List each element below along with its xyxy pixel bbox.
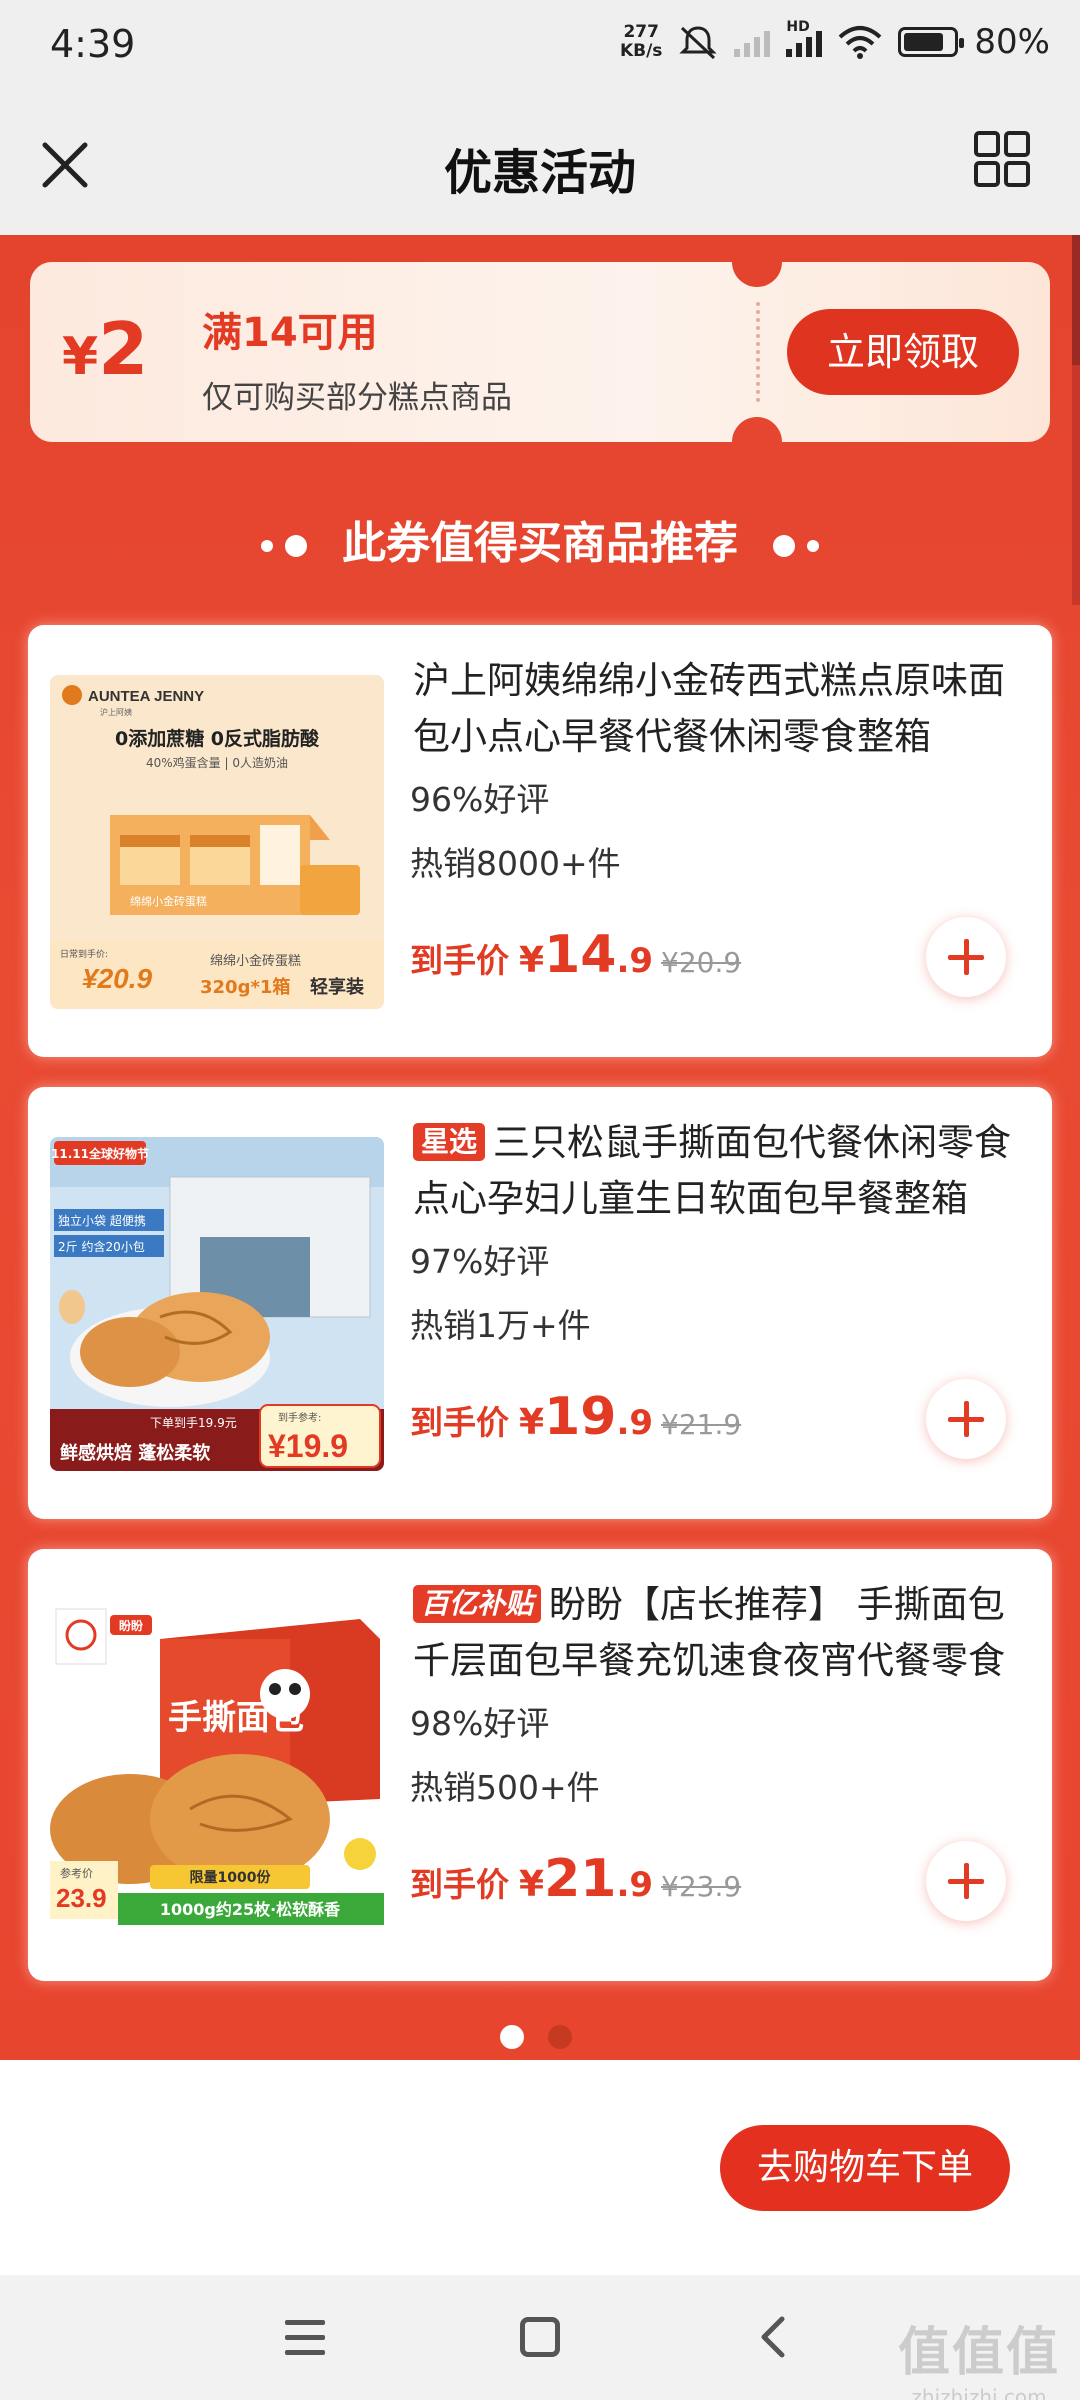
product-image[interactable]: AUNTEA JENNY 沪上阿姨 0添加蔗糖 0反式脂肪酸 40%鸡蛋含量 |… [50, 675, 384, 1009]
menu-icon[interactable] [285, 2320, 325, 2356]
svg-text:1000g约25枚·松软酥香: 1000g约25枚·松软酥香 [160, 1900, 341, 1919]
svg-text:到手参考:: 到手参考: [278, 1411, 321, 1424]
product-sales: 热销500+件 [410, 1768, 600, 1807]
svg-text:2斤 约含20小包: 2斤 约含20小包 [58, 1239, 145, 1254]
signal-icon-sim2: HD [786, 19, 823, 57]
svg-text:限量1000份: 限量1000份 [190, 1869, 272, 1886]
svg-text:¥19.9: ¥19.9 [268, 1428, 348, 1464]
svg-text:23.9: 23.9 [56, 1883, 107, 1913]
coupon-condition: 满14可用 [202, 310, 378, 356]
product-image[interactable]: 盼盼 手撕面包 参考价 23.9 限量1000份 1000g约25枚·松软酥香 [50, 1599, 384, 1933]
coupon-card: ¥2 满14可用 仅可购买部分糕点商品 立即领取 [30, 237, 1050, 467]
coupon-amount: ¥2 [62, 307, 149, 391]
product-title[interactable]: 沪上阿姨绵绵小金砖西式糕点原味面包小点心早餐代餐休闲零食整箱 [413, 653, 1023, 765]
go-to-cart-button[interactable]: 去购物车下单 [720, 2125, 1010, 2211]
page-indicator [500, 2025, 572, 2049]
product-card[interactable]: 11.11全球好物节 独立小袋 超便携 2斤 约含20小包 下单到手19.9元 … [28, 1087, 1052, 1519]
product-price: 到手价 ¥14.9 ¥20.9 [410, 925, 742, 985]
claim-coupon-button[interactable]: 立即领取 [787, 309, 1019, 395]
product-rating: 98%好评 [410, 1704, 550, 1743]
header: 优惠活动 [0, 95, 1080, 235]
product-title[interactable]: 百亿补贴 盼盼【店长推荐】 手撕面包千层面包早餐充饥速食夜宵代餐零食 [413, 1577, 1023, 1689]
product-price: 到手价 ¥21.9 ¥23.9 [410, 1849, 742, 1909]
add-to-cart-button[interactable] [926, 1379, 1006, 1459]
svg-text:0添加蔗糖 0反式脂肪酸: 0添加蔗糖 0反式脂肪酸 [115, 727, 320, 750]
product-price: 到手价 ¥19.9 ¥21.9 [410, 1387, 742, 1447]
grid-icon[interactable] [974, 131, 1030, 187]
svg-text:独立小袋 超便携: 独立小袋 超便携 [58, 1213, 146, 1228]
mute-icon [679, 26, 718, 60]
coupon-notch [732, 237, 782, 287]
svg-text:轻享装: 轻享装 [310, 976, 364, 998]
svg-text:日常到手价:: 日常到手价: [60, 948, 108, 960]
svg-text:沪上阿姨: 沪上阿姨 [100, 707, 132, 717]
svg-text:11.11全球好物节: 11.11全球好物节 [51, 1146, 149, 1161]
page-title: 优惠活动 [443, 145, 636, 201]
watermark: 值值值 zhizhizhi.com [897, 2323, 1060, 2400]
svg-text:320g*1箱: 320g*1箱 [200, 976, 290, 998]
battery-icon [898, 27, 965, 57]
product-tag: 星选 [413, 1123, 486, 1161]
page-dot-active[interactable] [500, 2025, 524, 2049]
product-card[interactable]: AUNTEA JENNY 沪上阿姨 0添加蔗糖 0反式脂肪酸 40%鸡蛋含量 |… [28, 625, 1052, 1057]
svg-text:参考价: 参考价 [60, 1866, 93, 1880]
product-rating: 97%好评 [410, 1242, 550, 1281]
product-rating: 96%好评 [410, 780, 550, 819]
product-tag: 百亿补贴 [413, 1585, 542, 1623]
svg-text:绵绵小金砖蛋糕: 绵绵小金砖蛋糕 [210, 953, 301, 969]
product-title[interactable]: 星选 三只松鼠手撕面包代餐休闲零食点心孕妇儿童生日软面包早餐整箱 [413, 1115, 1023, 1227]
product-sales: 热销1万+件 [410, 1306, 591, 1345]
svg-text:40%鸡蛋含量 | 0人造奶油: 40%鸡蛋含量 | 0人造奶油 [146, 755, 288, 770]
coupon-divider [756, 302, 760, 402]
signal-icon-sim1 [734, 27, 771, 57]
product-sales: 热销8000+件 [410, 844, 621, 883]
promo-panel: ¥2 满14可用 仅可购买部分糕点商品 立即领取 此券值得买商品推荐 AUNTE… [0, 235, 1080, 2060]
home-icon[interactable] [520, 2317, 560, 2357]
scrollbar-thumb[interactable] [1072, 235, 1080, 365]
net-speed: 277 KB/s [619, 22, 663, 61]
coupon-notch [732, 417, 782, 467]
product-card[interactable]: 盼盼 手撕面包 参考价 23.9 限量1000份 1000g约25枚·松软酥香 … [28, 1549, 1052, 1981]
svg-text:绵绵小金砖蛋糕: 绵绵小金砖蛋糕 [130, 894, 207, 908]
svg-text:盼盼: 盼盼 [119, 1619, 143, 1633]
page-dot[interactable] [548, 2025, 572, 2049]
svg-text:鲜感烘焙 蓬松柔软: 鲜感烘焙 蓬松柔软 [60, 1442, 210, 1464]
section-title: 此券值得买商品推荐 [0, 507, 1080, 571]
add-to-cart-button[interactable] [926, 917, 1006, 997]
wifi-icon [839, 26, 882, 59]
svg-text:¥20.9: ¥20.9 [82, 963, 152, 994]
product-image[interactable]: 11.11全球好物节 独立小袋 超便携 2斤 约含20小包 下单到手19.9元 … [50, 1137, 384, 1471]
status-bar: 4:39 277 KB/s HD 80% [0, 0, 1080, 95]
status-icons: 277 KB/s HD 80% [619, 19, 1050, 62]
coupon-description: 仅可购买部分糕点商品 [202, 380, 512, 416]
back-icon[interactable] [758, 2315, 788, 2359]
status-time: 4:39 [50, 22, 136, 66]
svg-text:AUNTEA JENNY: AUNTEA JENNY [88, 688, 204, 705]
add-to-cart-button[interactable] [926, 1841, 1006, 1921]
svg-text:下单到手19.9元: 下单到手19.9元 [150, 1416, 237, 1430]
battery-percent: 80% [974, 22, 1050, 62]
